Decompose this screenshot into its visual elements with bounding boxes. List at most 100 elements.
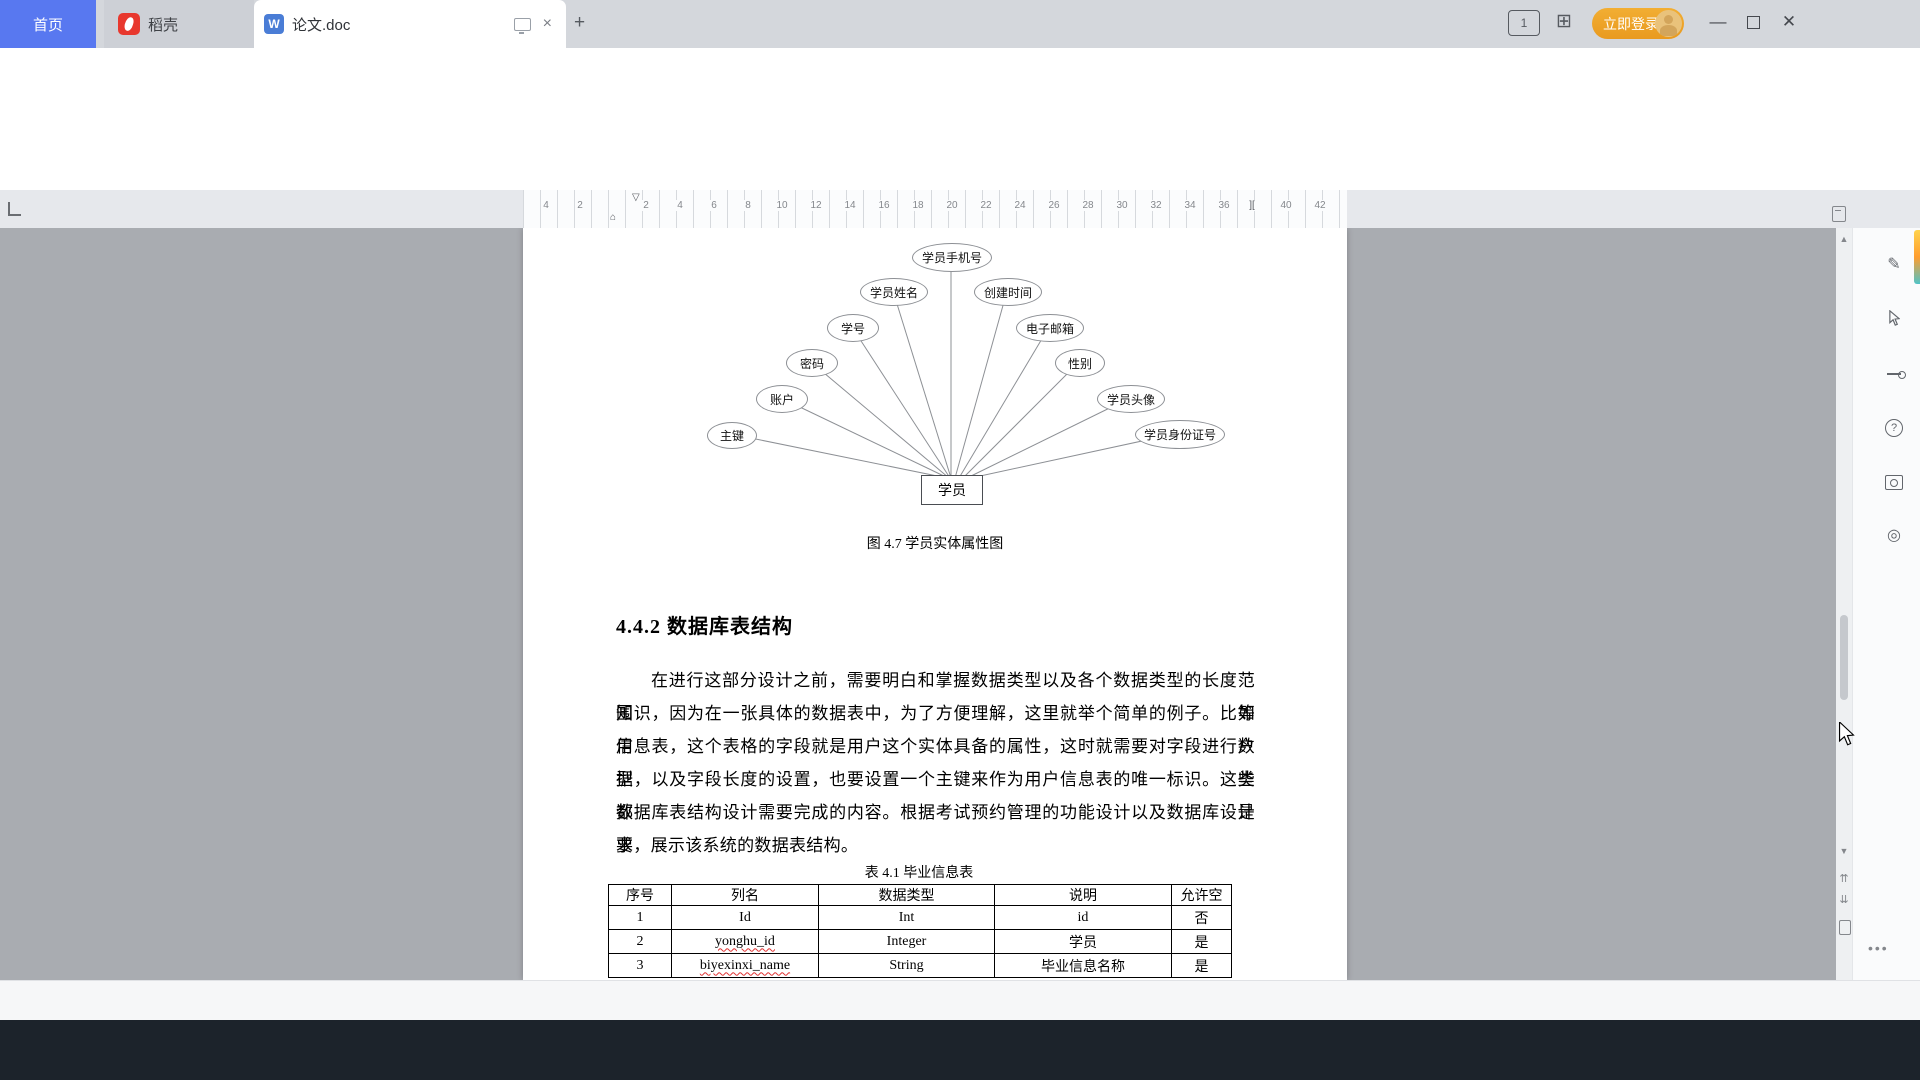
- ruler-mark: 2: [575, 200, 585, 211]
- table-row: 2 yonghu_id Integer 学员 是: [608, 929, 1232, 954]
- scroll-down-icon[interactable]: ▼: [1838, 846, 1850, 856]
- ruler-mark: 10: [774, 200, 790, 211]
- table-cell: String: [818, 953, 995, 978]
- ruler-mark: 42: [1312, 200, 1328, 211]
- paragraph-line: 信息表，这个表格的字段就是用户这个实体具备的属性，这时就需要对字段进行数据类: [616, 737, 1255, 789]
- docer-tab-label: 稻壳: [148, 16, 179, 34]
- table-header-cell: 列名: [671, 884, 819, 906]
- page-select-icon[interactable]: [1839, 920, 1851, 935]
- table-row: 3 biyexinxi_name String 毕业信息名称 是: [608, 953, 1232, 978]
- statusbar: 页面: 20/30 字数: 9857 ✓ 拼写检查 ▾ ✗ 文档校对 兼容模式 …: [0, 980, 1920, 1021]
- paragraph-line: 数据库表结构设计需要完成的内容。根据考试预约管理的功能设计以及数据库设计要: [616, 803, 1255, 855]
- table-cell: Id: [671, 905, 819, 930]
- entity-box: 学员: [921, 475, 983, 505]
- taskbar: ⊞ S e 知了背调官网 搜索一下 e e W 74°C CPU温度 ♪ ✓: [0, 1020, 1920, 1080]
- screen-cast-icon[interactable]: [513, 17, 531, 34]
- attribute-ellipse: 创建时间: [974, 278, 1042, 306]
- next-page-icon[interactable]: ⇊: [1838, 893, 1850, 906]
- ruler-mark: 26: [1046, 200, 1062, 211]
- body-paragraph: 在进行这部分设计之前，需要明白和掌握数据类型以及各个数据类型的长度范围等 知识，…: [616, 664, 1255, 862]
- graduation-info-table: 序号 列名 数据类型 说明 允许空 1 Id Int id 否 2 yonghu…: [608, 884, 1232, 978]
- attribute-ellipse: 学号: [827, 314, 879, 342]
- ribbon-toolbar: 粘贴 ▾ ✂ 剪切 复制 格式刷 黑体▾ 小二▾ A⁺ A⁻ ◇ wén文 ▾ …: [0, 100, 1920, 286]
- table-cell-spellcheck: biyexinxi_name: [699, 957, 791, 973]
- location-pin-icon[interactable]: ◎: [1884, 525, 1904, 545]
- table-header-cell: 说明: [994, 884, 1172, 906]
- new-tab-button[interactable]: +: [574, 12, 585, 34]
- attribute-ellipse: 电子邮箱: [1016, 314, 1084, 342]
- figure-caption: 图 4.7 学员实体属性图: [866, 537, 1004, 552]
- right-indent-marker[interactable]: ][: [1247, 200, 1257, 211]
- table-cell: 否: [1171, 905, 1232, 930]
- table-cell: yonghu_id: [671, 929, 819, 954]
- table-cell-spellcheck: yonghu_id: [715, 933, 775, 949]
- ruler-mark: 34: [1182, 200, 1198, 211]
- attribute-ellipse: 学员姓名: [860, 278, 928, 306]
- vertical-scrollbar[interactable]: [1836, 228, 1852, 980]
- ruler-mark: 18: [910, 200, 926, 211]
- table-cell: 是: [1171, 929, 1232, 954]
- annotate-icon[interactable]: [1884, 364, 1906, 384]
- close-tab-icon[interactable]: ×: [539, 15, 556, 33]
- docer-icon: [118, 13, 140, 35]
- table-row: 1 Id Int id 否: [608, 905, 1232, 930]
- tab-document[interactable]: W 论文.doc ×: [254, 0, 566, 48]
- help-icon[interactable]: ?: [1884, 418, 1904, 438]
- table-cell: Int: [818, 905, 995, 930]
- ruler-mark: 20: [944, 200, 960, 211]
- tab-docer[interactable]: 稻壳: [104, 0, 254, 48]
- tab-home[interactable]: 首页: [0, 0, 96, 48]
- table-header-cell: 允许空: [1171, 884, 1232, 906]
- ruler-mark: 12: [808, 200, 824, 211]
- minimize-button[interactable]: —: [1703, 0, 1733, 44]
- writer-doc-icon: W: [264, 14, 284, 34]
- hanging-indent-marker[interactable]: ⌂: [610, 212, 616, 223]
- attribute-ellipse: 性别: [1055, 349, 1105, 377]
- pointer-tool-icon[interactable]: [1884, 308, 1904, 328]
- ruler-mark: 2: [641, 200, 651, 211]
- previous-page-icon[interactable]: ⇈: [1838, 872, 1850, 885]
- paragraph-line: 求，展示该系统的数据表结构。: [616, 836, 859, 855]
- sidebar-more-icon[interactable]: •••: [1868, 940, 1889, 956]
- apps-grid-icon[interactable]: ⊞: [1556, 10, 1572, 33]
- menubar: ≡ 文件 ↶▾ ↷ ∨ 开始 插入 页面布局 引用 审阅 视图 章节 开发工具 …: [0, 48, 1920, 138]
- close-button[interactable]: ✕: [1774, 0, 1804, 44]
- table-cell: 2: [608, 929, 672, 954]
- first-line-indent-marker[interactable]: ▽: [632, 192, 640, 203]
- scrollbar-thumb[interactable]: [1840, 615, 1848, 700]
- table-cell: 毕业信息名称: [994, 953, 1172, 978]
- wps-office-window: 首页 稻壳 W 论文.doc × + 1 ⊞ 立即登录 — ✕ ≡ 文件: [0, 0, 1920, 1080]
- scroll-up-icon[interactable]: ▲: [1838, 234, 1850, 244]
- promo-strip[interactable]: [1914, 230, 1920, 284]
- avatar: [1655, 10, 1682, 37]
- restore-button[interactable]: [1738, 0, 1768, 44]
- ruler-mark: 28: [1080, 200, 1096, 211]
- window-manage-icon[interactable]: 1: [1508, 10, 1540, 36]
- quick-edit-icon[interactable]: ✎: [1884, 254, 1904, 274]
- titlebar: 首页 稻壳 W 论文.doc × + 1 ⊞ 立即登录 — ✕: [0, 0, 1920, 48]
- document-workspace: 主键 账户 密码 学号 学员姓名 学员手机号 创建时间 电子邮箱 性别 学员头像…: [0, 228, 1852, 980]
- document-page[interactable]: 主键 账户 密码 学号 学员姓名 学员手机号 创建时间 电子邮箱 性别 学员头像…: [523, 228, 1347, 980]
- ocr-image-icon[interactable]: [1884, 472, 1904, 492]
- ruler-mark: 16: [876, 200, 892, 211]
- paragraph-line: 在进行这部分设计之前，需要明白和掌握数据类型以及各个数据类型的长度范围等: [616, 671, 1255, 723]
- ruler-mark: 36: [1216, 200, 1232, 211]
- tab-selector-icon[interactable]: [8, 202, 21, 216]
- ruler-mark: 6: [709, 200, 719, 211]
- ruler-mark: 30: [1114, 200, 1130, 211]
- attribute-ellipse: 主键: [707, 422, 757, 449]
- attribute-ellipse: 学员身份证号: [1135, 420, 1225, 449]
- table-header-cell: 序号: [608, 884, 672, 906]
- ruler-mark: 4: [675, 200, 685, 211]
- paragraph-line: 知识，因为在一张具体的数据表中，为了方便理解，这里就举个简单的例子。比如用户: [616, 704, 1255, 756]
- ruler-toggle-icon[interactable]: [1832, 206, 1846, 222]
- table-cell: id: [994, 905, 1172, 930]
- document-tab-title: 论文.doc: [292, 16, 351, 34]
- right-sidebar: [1852, 228, 1920, 980]
- login-button[interactable]: 立即登录: [1592, 8, 1684, 39]
- ruler-mark: 32: [1148, 200, 1164, 211]
- ruler-mark: 22: [978, 200, 994, 211]
- paragraph-line: 型，以及字段长度的设置，也要设置一个主键来作为用户信息表的唯一标识。这些都是: [616, 770, 1255, 822]
- attribute-ellipse: 学员头像: [1097, 385, 1165, 413]
- table-caption: 表 4.1 毕业信息表: [864, 866, 974, 881]
